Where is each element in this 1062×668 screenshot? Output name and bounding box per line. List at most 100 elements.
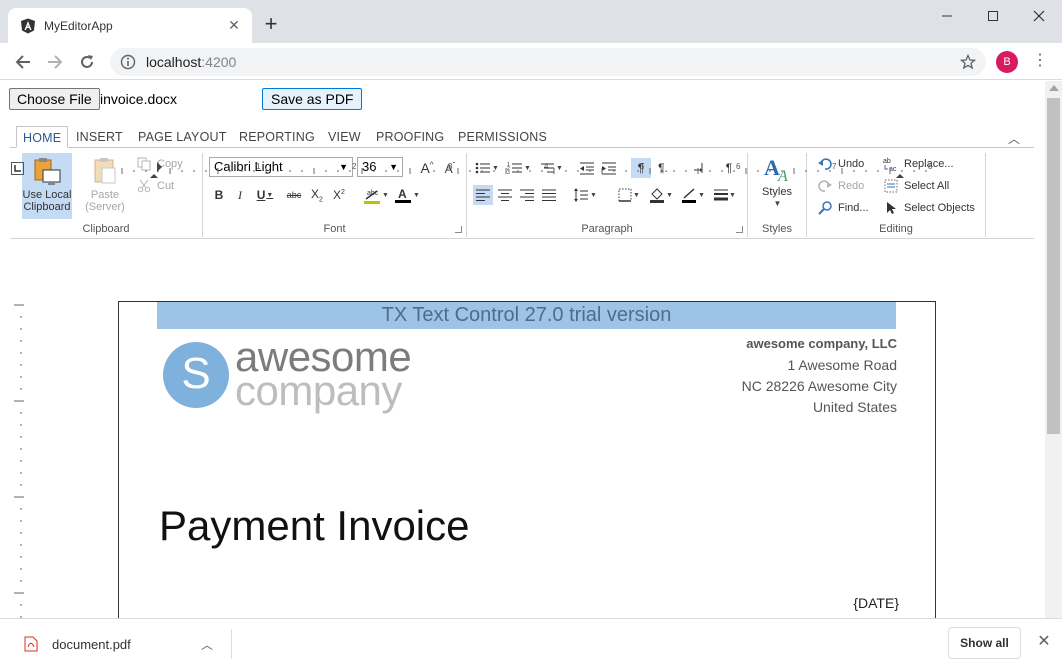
align-right-button[interactable]	[517, 185, 537, 205]
new-tab-button[interactable]: +	[260, 13, 282, 36]
line-spacing-button[interactable]: ▼	[571, 185, 599, 205]
close-download-bar-icon[interactable]: ✕	[1035, 633, 1053, 651]
right-indent-marker[interactable]	[896, 174, 904, 178]
strikethrough-icon: abc	[286, 190, 302, 200]
reload-button[interactable]	[74, 49, 100, 75]
subscript-icon: X2	[311, 186, 323, 204]
strikethrough-button[interactable]: abc	[283, 185, 305, 205]
tab-reporting[interactable]: REPORTING	[233, 126, 321, 148]
url-host: localhost	[146, 54, 202, 70]
tab-page-layout[interactable]: PAGE LAYOUT	[132, 126, 233, 148]
tab-title: MyEditorApp	[44, 18, 113, 33]
browser-tab[interactable]: MyEditorApp ✕	[8, 8, 252, 43]
date-merge-field: {DATE}	[853, 595, 899, 611]
bookmark-star-icon[interactable]	[960, 54, 976, 70]
ruler-number: 4	[544, 162, 549, 171]
align-center-button[interactable]	[495, 185, 515, 205]
clipboard-group-label: Clipboard	[82, 223, 130, 235]
italic-button[interactable]: I	[230, 185, 250, 205]
line-spacing-icon	[574, 188, 589, 202]
font-color-icon: A	[395, 187, 412, 203]
maximize-button[interactable]	[970, 4, 1016, 28]
company-logo-text-2: company	[235, 367, 402, 414]
ribbon-tab-bar: HOME INSERT PAGE LAYOUT REPORTING VIEW P…	[10, 124, 1034, 148]
tab-close-icon[interactable]: ✕	[224, 16, 244, 36]
tab-insert[interactable]: INSERT	[70, 126, 129, 148]
border-color-button[interactable]: ▼	[679, 185, 707, 205]
styles-button-label: Styles	[762, 186, 792, 198]
info-icon[interactable]	[120, 54, 136, 70]
select-objects-label: Select Objects	[904, 202, 975, 214]
chosen-file-name: invoice.docx	[100, 91, 178, 107]
ruler-number: 2	[352, 162, 357, 171]
editing-group-label: Editing	[879, 223, 913, 235]
browser-menu-icon[interactable]: ⋮	[1032, 52, 1048, 72]
ruler-number: 5	[640, 162, 645, 171]
tab-view[interactable]: VIEW	[322, 126, 367, 148]
tab-home[interactable]: HOME	[16, 126, 69, 148]
address-line-1: 1 Awesome Road	[787, 357, 897, 373]
download-item[interactable]: document.pdf ︿	[14, 629, 232, 659]
font-dialog-launcher-icon[interactable]	[455, 226, 462, 233]
paragraph-dialog-launcher-icon[interactable]	[736, 226, 743, 233]
align-right-icon	[520, 189, 534, 201]
address-line-3: United States	[812, 399, 897, 415]
pdf-file-icon	[24, 636, 38, 652]
ruler-number: 6	[736, 162, 741, 171]
document-page[interactable]: TX Text Control 27.0 trial version S awe…	[118, 301, 936, 618]
profile-avatar[interactable]: B	[996, 51, 1018, 73]
find-button[interactable]: Find...	[817, 199, 869, 217]
highlighter-icon: abc	[364, 190, 381, 204]
maximize-icon	[988, 11, 998, 21]
show-all-downloads-button[interactable]: Show all	[948, 627, 1021, 659]
horizontal-ruler[interactable]: 1 1 2 3 4 5 6 7 8	[0, 160, 1045, 182]
page-scrollbar[interactable]	[1045, 81, 1062, 618]
justify-button[interactable]	[539, 185, 559, 205]
find-label: Find...	[838, 202, 869, 214]
reload-icon	[81, 55, 93, 68]
tab-permissions[interactable]: PERMISSIONS	[452, 126, 553, 148]
use-local-label-2: Clipboard	[23, 201, 71, 213]
superscript-button[interactable]: X2	[329, 185, 349, 205]
tab-proofing[interactable]: PROOFING	[370, 126, 450, 148]
select-objects-button[interactable]: Select Objects	[883, 199, 975, 217]
collapse-ribbon-icon[interactable]: ︿	[1008, 130, 1020, 147]
save-as-pdf-button[interactable]: Save as PDF	[262, 88, 363, 110]
ruler-number: 7	[832, 162, 837, 171]
font-color-button[interactable]: A ▼	[393, 185, 421, 205]
borders-icon	[618, 188, 632, 202]
left-indent-marker[interactable]	[150, 174, 158, 178]
choose-file-button[interactable]: Choose File	[9, 88, 100, 110]
first-line-indent-marker[interactable]	[157, 162, 162, 172]
superscript-icon: X2	[333, 188, 345, 202]
scroll-up-icon[interactable]	[1049, 85, 1059, 91]
address-bar[interactable]: localhost:4200	[110, 48, 986, 76]
highlight-color-button[interactable]: abc▼	[361, 185, 391, 205]
trial-banner: TX Text Control 27.0 trial version	[157, 302, 896, 329]
minimize-button[interactable]	[924, 4, 970, 28]
paragraph-group-label: Paragraph	[581, 223, 633, 235]
borders-button[interactable]: ▼	[615, 185, 643, 205]
paste-label-2: (Server)	[85, 201, 125, 213]
page-content: Choose File invoice.docx Save as PDF HOM…	[0, 81, 1045, 618]
pen-color-icon	[682, 188, 697, 203]
vertical-ruler[interactable]	[10, 301, 34, 618]
underline-button[interactable]: U ▼	[252, 185, 278, 205]
bold-button[interactable]: B	[209, 185, 229, 205]
arrow-left-icon	[15, 55, 30, 69]
back-button[interactable]	[10, 49, 36, 75]
scrollbar-thumb[interactable]	[1047, 98, 1060, 434]
border-width-button[interactable]: ▼	[711, 185, 739, 205]
close-window-button[interactable]	[1016, 4, 1062, 28]
subscript-button[interactable]: X2	[307, 185, 327, 205]
ruler-number: 1	[256, 162, 261, 171]
arrow-right-icon	[48, 55, 63, 69]
browser-toolbar: localhost:4200	[0, 43, 1062, 80]
forward-button[interactable]	[42, 49, 68, 75]
line-weight-icon	[714, 189, 729, 201]
align-left-button[interactable]	[473, 185, 493, 205]
shading-button[interactable]: ▼	[647, 185, 675, 205]
chevron-up-icon[interactable]: ︿	[201, 636, 213, 653]
bold-icon: B	[214, 188, 224, 202]
browser-title-bar: MyEditorApp ✕ +	[0, 0, 1062, 43]
